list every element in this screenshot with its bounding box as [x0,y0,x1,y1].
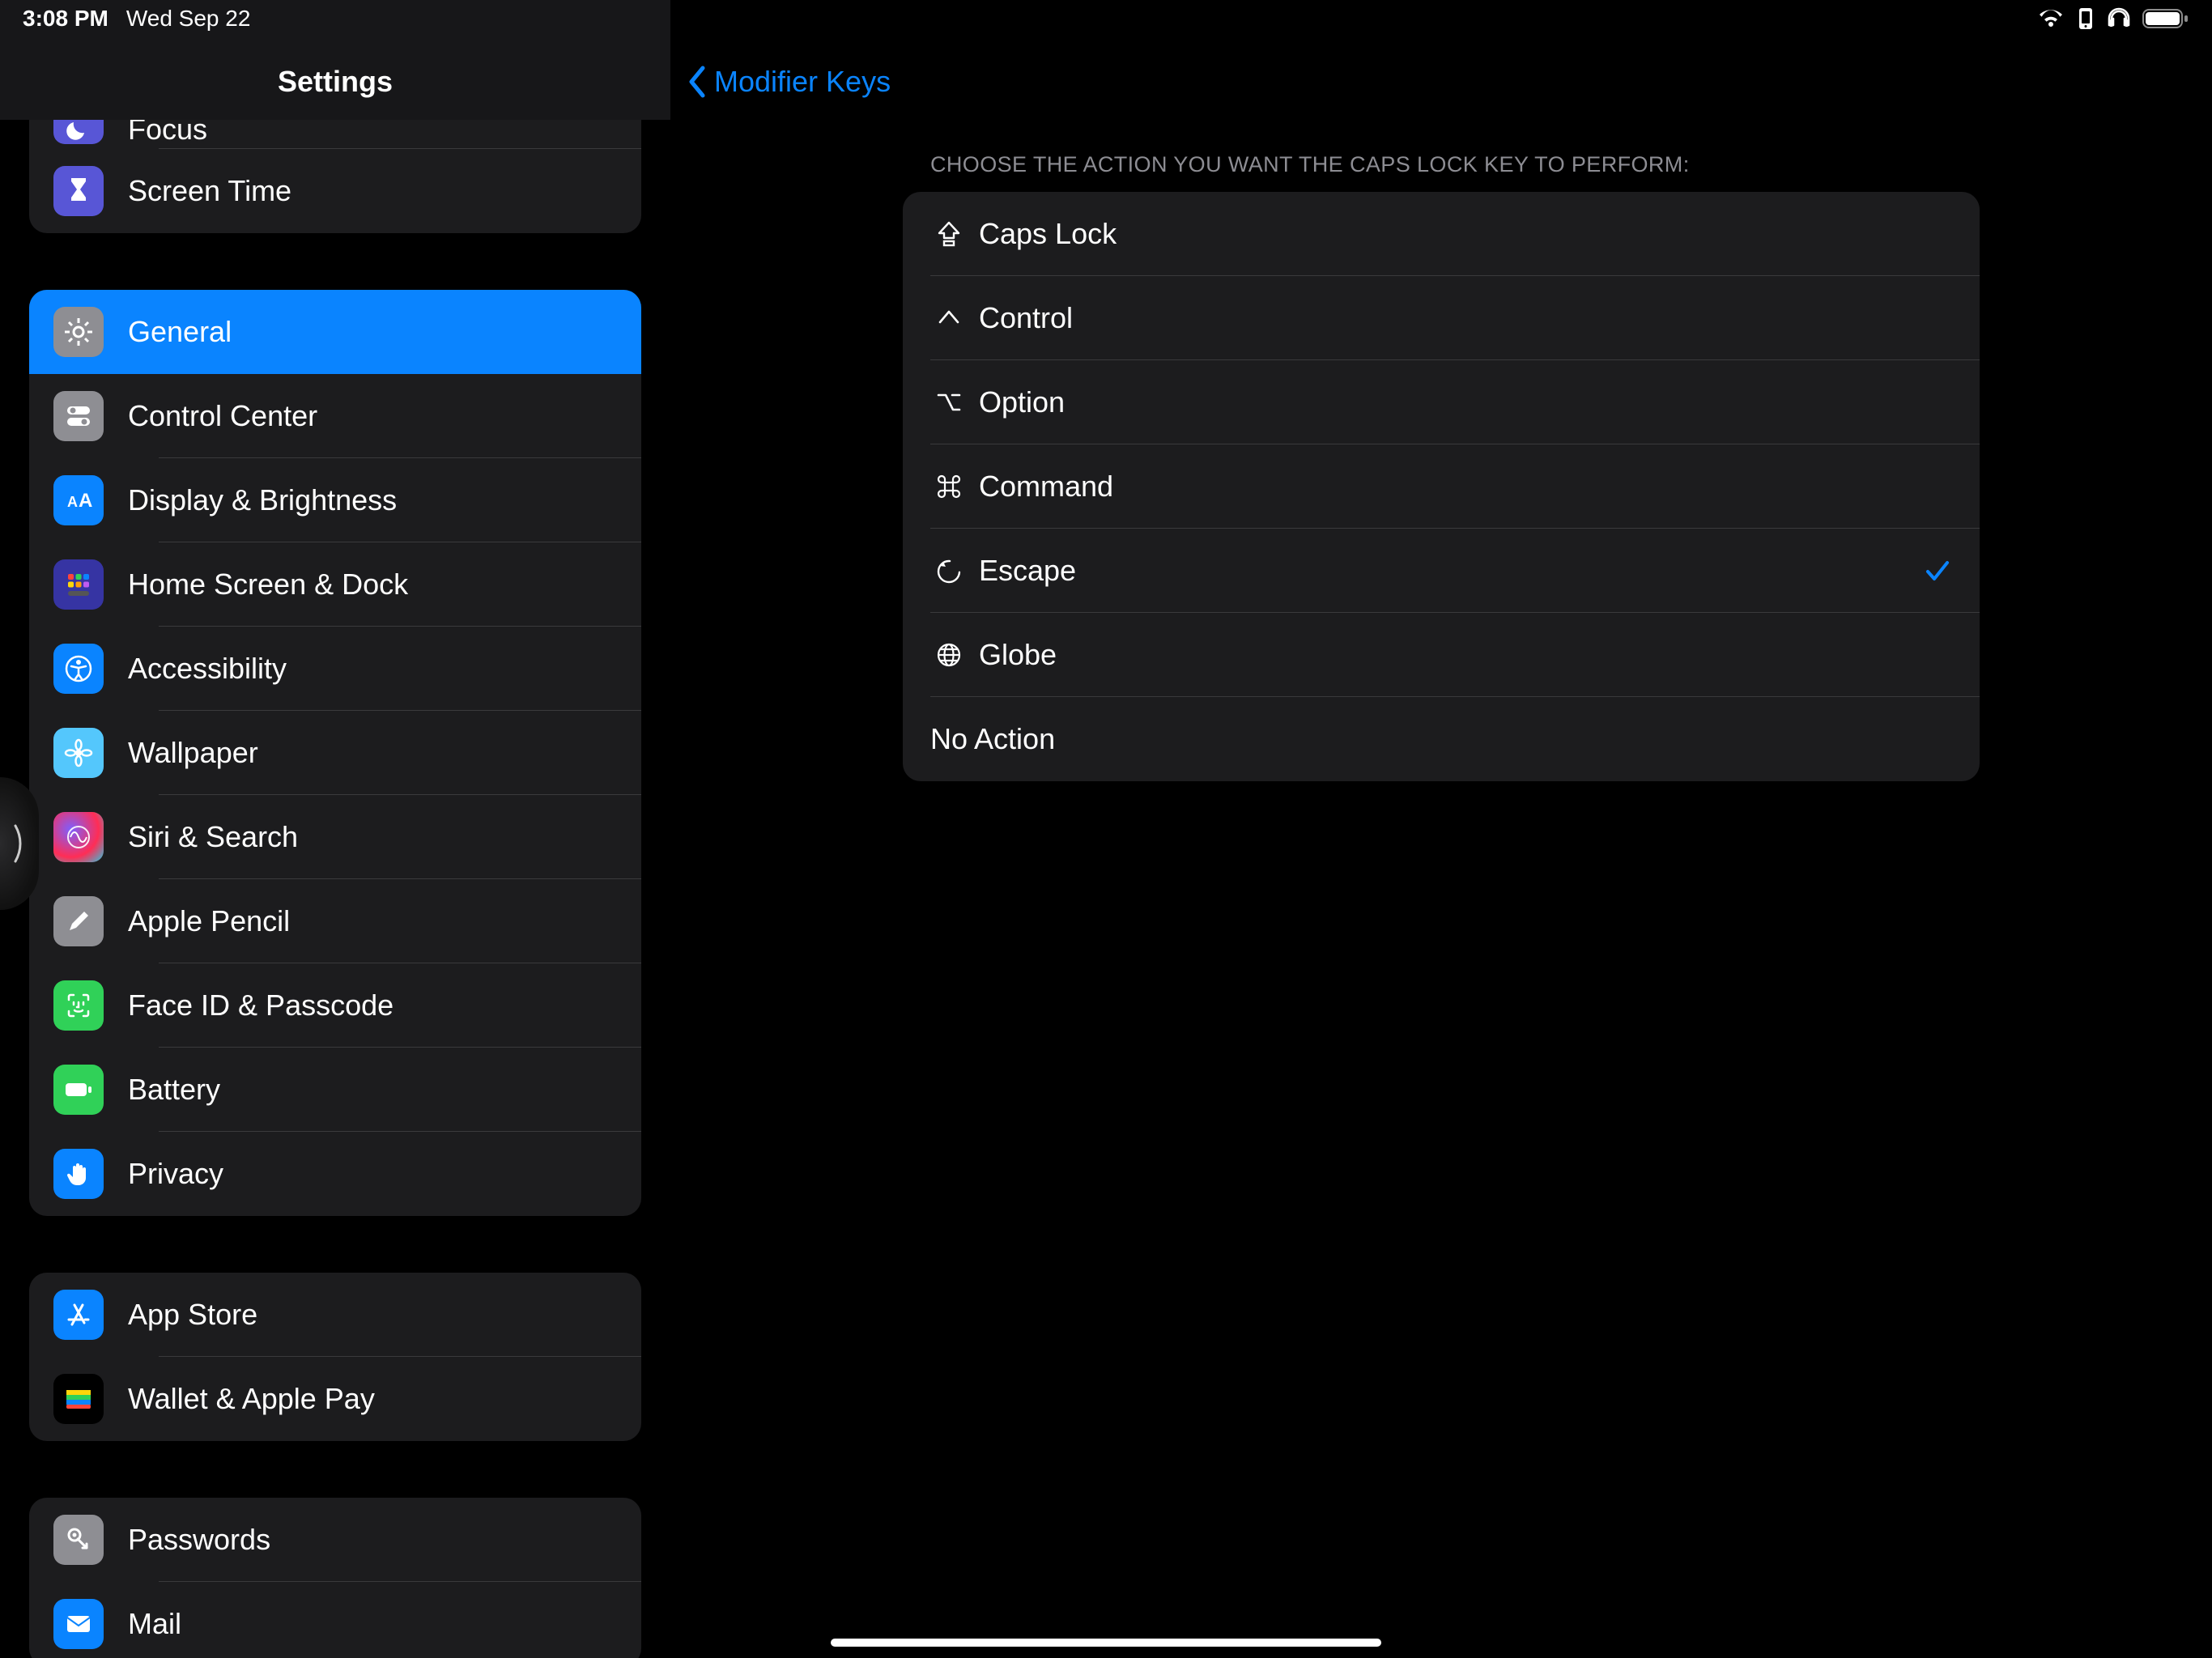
option-label: Globe [979,638,1920,672]
battery-icon [2142,8,2189,29]
option-command[interactable]: Command [903,444,1980,529]
svg-text:A: A [67,494,78,510]
slide-over-handle[interactable] [0,777,39,910]
mail-icon [53,1599,104,1649]
sidebar-group-accounts: Passwords Mail [29,1498,641,1658]
flower-icon [53,728,104,778]
sidebar-item-app-store[interactable]: App Store [29,1273,641,1357]
sidebar-item-label: Face ID & Passcode [128,988,393,1022]
option-escape[interactable]: Escape [903,529,1980,613]
sidebar-item-label: Apple Pencil [128,904,290,938]
caps-lock-icon [930,219,968,249]
siri-icon [53,812,104,862]
sidebar-item-label: Home Screen & Dock [128,568,408,602]
app-store-icon [53,1290,104,1340]
sidebar-item-apple-pencil[interactable]: Apple Pencil [29,879,641,963]
hourglass-icon [53,166,104,216]
option-globe[interactable]: Globe [903,613,1980,697]
text-size-icon: AA [53,475,104,525]
sidebar-item-mail[interactable]: Mail [29,1582,641,1658]
sidebar-item-label: Siri & Search [128,820,298,854]
sidebar-item-label: Screen Time [128,174,291,208]
status-time: 3:08 PM [23,6,108,32]
app-grid-icon [53,559,104,610]
option-no-action[interactable]: No Action [903,697,1980,781]
section-header: Choose the action you want the Caps Lock… [903,152,1980,192]
sidebar-group-time: Focus Screen Time [29,120,641,233]
option-label: Escape [979,554,1920,588]
sidebar-item-face-id-passcode[interactable]: Face ID & Passcode [29,963,641,1048]
accessibility-icon [53,644,104,694]
option-label: Control [979,301,1920,335]
option-label: Option [979,385,1920,419]
sidebar-item-label: Passwords [128,1523,270,1557]
gear-icon [53,307,104,357]
sidebar-group-store: App Store Wallet & Apple Pay [29,1273,641,1441]
home-indicator[interactable] [831,1639,1381,1647]
options-list: Caps Lock Control Option [903,192,1980,781]
battery-icon-sidebar [53,1065,104,1115]
option-control[interactable]: Control [903,276,1980,360]
control-icon [930,304,968,333]
option-label: Caps Lock [979,217,1920,251]
pencil-icon [53,896,104,946]
face-id-icon [53,980,104,1031]
switches-icon [53,391,104,441]
sidebar-item-wallpaper[interactable]: Wallpaper [29,711,641,795]
sidebar-item-battery[interactable]: Battery [29,1048,641,1132]
option-label: No Action [930,722,1920,756]
sidebar-item-label: General [128,315,232,349]
globe-icon [930,640,968,670]
wallet-icon [53,1374,104,1424]
key-icon [53,1515,104,1565]
sidebar-item-screen-time[interactable]: Screen Time [29,149,641,233]
sidebar-item-label: Privacy [128,1157,223,1191]
sidebar-item-label: Control Center [128,399,317,433]
option-caps-lock[interactable]: Caps Lock [903,192,1980,276]
headphones-icon [2107,7,2131,30]
command-icon [930,472,968,501]
content-pane: Modifier Keys Choose the action you want… [670,0,2212,1658]
sidebar-title: Settings [278,65,393,99]
sidebar-item-wallet-apple-pay[interactable]: Wallet & Apple Pay [29,1357,641,1441]
sidebar-item-label: Display & Brightness [128,483,397,517]
sidebar-item-label: Wallet & Apple Pay [128,1382,375,1416]
sidebar-item-passwords[interactable]: Passwords [29,1498,641,1582]
sidebar-group-device: General Control Center AA Display & Brig… [29,290,641,1216]
sidebar-item-label: Battery [128,1073,220,1107]
wifi-icon [2037,8,2065,29]
sidebar-item-label: App Store [128,1298,257,1332]
option-option[interactable]: Option [903,360,1980,444]
sidebar-item-label: Accessibility [128,652,287,686]
escape-icon [930,556,968,585]
sidebar-item-label: Mail [128,1607,181,1641]
sidebar-item-privacy[interactable]: Privacy [29,1132,641,1216]
sidebar-item-control-center[interactable]: Control Center [29,374,641,458]
sidebar-item-display-brightness[interactable]: AA Display & Brightness [29,458,641,542]
status-bar: 3:08 PM Wed Sep 22 [0,0,2212,37]
option-label: Command [979,470,1920,504]
chevron-left-icon [687,65,708,99]
sidebar-item-label: Focus [128,120,207,144]
checkmark-icon [1920,556,1952,585]
sidebar-item-siri-search[interactable]: Siri & Search [29,795,641,879]
settings-sidebar: Settings Focus Screen Time [0,0,670,1658]
sidebar-item-focus[interactable]: Focus [29,120,641,149]
option-icon [930,388,968,417]
status-date: Wed Sep 22 [126,6,251,32]
sidebar-item-label: Wallpaper [128,736,258,770]
sidebar-item-home-screen-dock[interactable]: Home Screen & Dock [29,542,641,627]
back-label: Modifier Keys [714,65,891,99]
svg-text:A: A [79,490,92,512]
sidebar-item-general[interactable]: General [29,290,641,374]
focus-icon [53,120,104,144]
hand-icon [53,1149,104,1199]
back-button[interactable]: Modifier Keys [670,65,891,99]
status-right [2037,7,2189,30]
rotation-lock-icon [2076,7,2095,30]
sidebar-item-accessibility[interactable]: Accessibility [29,627,641,711]
